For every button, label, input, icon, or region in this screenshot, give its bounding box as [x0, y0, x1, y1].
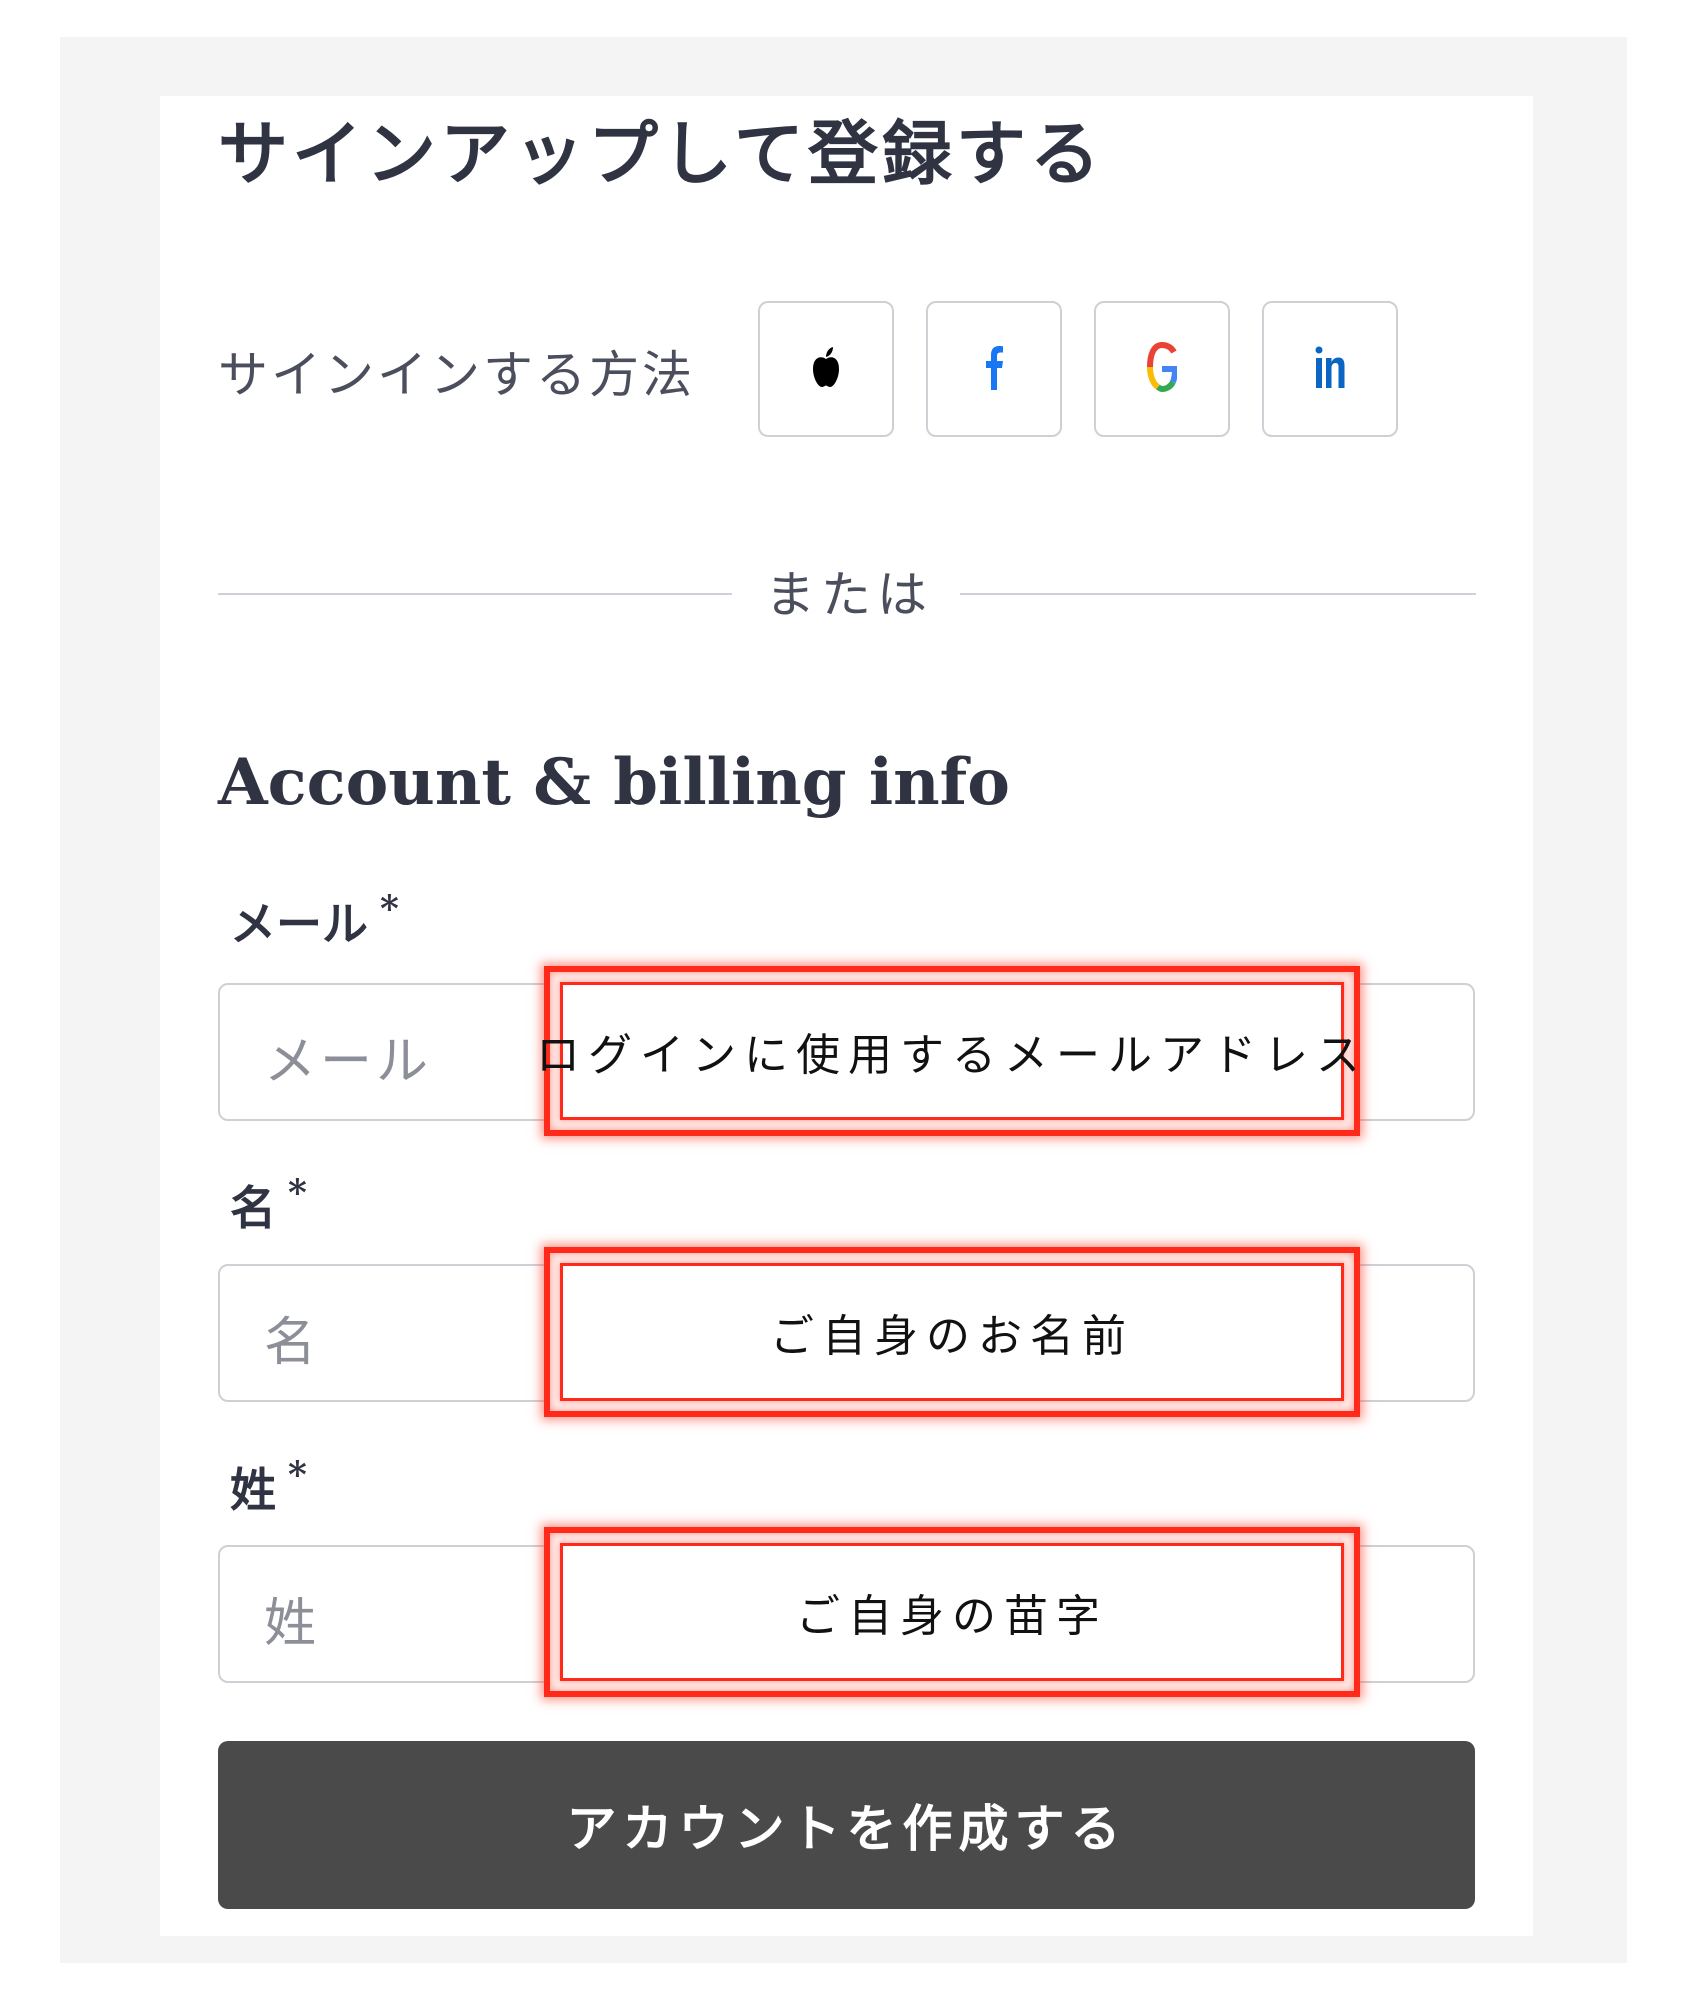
- apple-icon: [811, 345, 841, 393]
- email-placeholder: メール: [264, 1032, 433, 1092]
- required-mark: *: [380, 888, 399, 930]
- divider-line-left: [218, 593, 732, 595]
- create-account-button[interactable]: アカウントを作成する: [218, 1741, 1475, 1909]
- required-mark: *: [288, 1454, 307, 1496]
- create-account-label: アカウントを作成する: [566, 1800, 1127, 1858]
- linkedin-icon: [1315, 345, 1345, 393]
- first-name-callout: ご自身のお名前: [544, 1247, 1360, 1417]
- last-name-placeholder: 姓: [264, 1594, 321, 1654]
- social-signin-label: サインインする方法: [218, 346, 695, 404]
- facebook-signin-button[interactable]: [926, 301, 1062, 437]
- page-title: サインアップして登録する: [218, 112, 1104, 195]
- first-name-label-text: 名: [230, 1181, 276, 1235]
- linkedin-signin-button[interactable]: [1262, 301, 1398, 437]
- apple-signin-button[interactable]: [758, 301, 894, 437]
- google-signin-button[interactable]: [1094, 301, 1230, 437]
- email-callout: ログインに使用するメールアドレス: [536, 966, 1360, 1136]
- required-mark: *: [288, 1172, 307, 1214]
- google-icon: [1147, 342, 1179, 396]
- last-name-callout-text: ご自身の苗字: [796, 1591, 1108, 1642]
- last-name-label: 姓 *: [230, 1454, 307, 1520]
- facebook-icon: [984, 344, 1004, 394]
- divider-line-right: [960, 593, 1476, 595]
- last-name-label-text: 姓: [230, 1463, 276, 1517]
- email-label: メール *: [230, 888, 399, 954]
- first-name-placeholder: 名: [264, 1313, 321, 1373]
- email-callout-text: ログインに使用するメールアドレス: [536, 1030, 1368, 1081]
- first-name-label: 名 *: [230, 1172, 307, 1238]
- section-title: Account & billing info: [218, 745, 1010, 820]
- last-name-callout: ご自身の苗字: [544, 1527, 1360, 1697]
- first-name-callout-text: ご自身のお名前: [770, 1311, 1134, 1362]
- divider-or-text: または: [765, 566, 933, 624]
- email-label-text: メール: [230, 897, 368, 951]
